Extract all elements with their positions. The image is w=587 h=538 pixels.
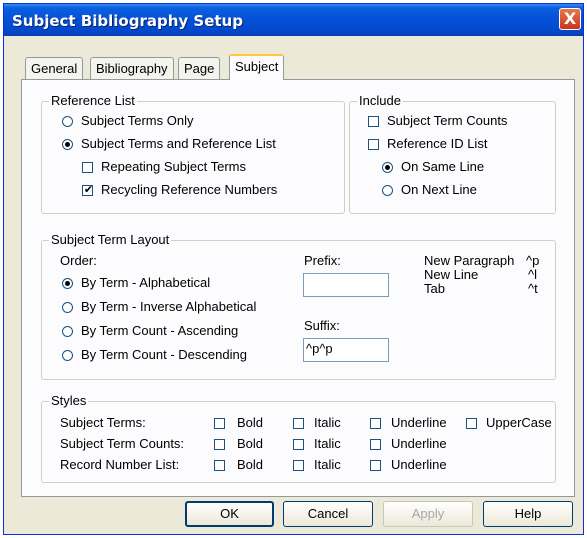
checkbox[interactable] bbox=[370, 418, 381, 429]
apply-button[interactable]: Apply bbox=[383, 501, 473, 527]
tab-subject[interactable]: Subject bbox=[229, 54, 285, 80]
checkbox[interactable] bbox=[293, 418, 304, 429]
checkbox-label: Italic bbox=[314, 457, 341, 472]
radio-button[interactable] bbox=[62, 139, 73, 150]
checkbox[interactable] bbox=[293, 439, 304, 450]
checkbox-label: Bold bbox=[237, 457, 264, 472]
code-name-tab: Tab bbox=[424, 281, 445, 296]
include-legend: Include bbox=[357, 93, 403, 109]
radio-selected-dot bbox=[385, 165, 390, 170]
radio-selected-dot bbox=[65, 281, 70, 286]
styles-row-label: Record Number List: bbox=[60, 457, 180, 472]
checkbox[interactable] bbox=[293, 460, 304, 471]
tab-page[interactable]: Page bbox=[178, 57, 221, 79]
styles-row-label: Subject Term Counts: bbox=[60, 436, 185, 451]
title-bar[interactable]: Subject Bibliography Setup X bbox=[4, 4, 583, 36]
subject-term-layout-group: Subject Term Layout Order: By Term - Alp… bbox=[41, 232, 556, 380]
checkmark-icon: ✔ bbox=[83, 183, 94, 196]
radio-button[interactable] bbox=[382, 185, 393, 196]
radio-button[interactable] bbox=[62, 326, 73, 337]
checkbox[interactable]: ✔ bbox=[82, 183, 94, 196]
include-group: Include Subject Term Counts Reference ID… bbox=[349, 93, 556, 214]
checkbox-label: Recycling Reference Numbers bbox=[101, 182, 278, 197]
cancel-button[interactable]: Cancel bbox=[283, 501, 373, 527]
styles-legend: Styles bbox=[49, 393, 89, 409]
prefix-label: Prefix: bbox=[304, 253, 341, 268]
checkbox[interactable] bbox=[368, 139, 379, 150]
tab-bibliography[interactable]: Bibliography bbox=[90, 57, 174, 79]
close-icon: X bbox=[563, 9, 577, 28]
radio-label: Subject Terms Only bbox=[81, 113, 194, 128]
dialog-client: General Bibliography Page Subject Refere… bbox=[4, 36, 583, 534]
code-tab: ^t bbox=[528, 281, 538, 296]
checkbox[interactable] bbox=[368, 116, 379, 127]
prefix-input[interactable] bbox=[303, 273, 389, 297]
radio-button[interactable] bbox=[62, 302, 73, 313]
checkbox-label: Repeating Subject Terms bbox=[101, 159, 247, 174]
radio-button[interactable] bbox=[62, 278, 73, 289]
styles-group: Styles Subject Terms: Bold Italic Underl… bbox=[41, 393, 556, 483]
radio-label: By Term - Alphabetical bbox=[81, 275, 211, 290]
suffix-label: Suffix: bbox=[304, 318, 340, 333]
help-button[interactable]: Help bbox=[483, 501, 573, 527]
styles-row-label: Subject Terms: bbox=[60, 415, 146, 430]
suffix-input[interactable]: ^p^p bbox=[303, 338, 389, 362]
checkbox[interactable] bbox=[466, 418, 477, 429]
checkbox-label: Bold bbox=[237, 415, 264, 430]
dialog-window: Subject Bibliography Setup X General Bib… bbox=[3, 3, 584, 535]
window-title: Subject Bibliography Setup bbox=[12, 12, 243, 30]
checkbox-label: Subject Term Counts bbox=[387, 113, 508, 128]
checkbox[interactable] bbox=[82, 162, 93, 173]
checkbox[interactable] bbox=[214, 460, 225, 471]
radio-button[interactable] bbox=[382, 162, 393, 173]
checkbox[interactable] bbox=[370, 460, 381, 471]
subject-tab-panel: Reference List Subject Terms Only Subjec… bbox=[21, 79, 575, 497]
radio-label: On Next Line bbox=[401, 182, 477, 197]
checkbox-label: UpperCase bbox=[486, 415, 552, 430]
reference-list-group: Reference List Subject Terms Only Subjec… bbox=[41, 93, 345, 214]
subject-term-layout-legend: Subject Term Layout bbox=[49, 232, 172, 248]
checkbox-label: Bold bbox=[237, 436, 264, 451]
radio-label: By Term Count - Ascending bbox=[81, 323, 239, 338]
close-button[interactable]: X bbox=[559, 8, 581, 30]
ok-button[interactable]: OK bbox=[185, 501, 274, 527]
checkbox-label: Underline bbox=[391, 415, 447, 430]
checkbox[interactable] bbox=[370, 439, 381, 450]
reference-list-legend: Reference List bbox=[49, 93, 137, 109]
radio-label: By Term - Inverse Alphabetical bbox=[81, 299, 257, 314]
checkbox-label: Reference ID List bbox=[387, 136, 488, 151]
checkbox-label: Italic bbox=[314, 415, 341, 430]
radio-label: By Term Count - Descending bbox=[81, 347, 247, 362]
radio-selected-dot bbox=[65, 142, 70, 147]
radio-button[interactable] bbox=[62, 116, 73, 127]
checkbox[interactable] bbox=[214, 439, 225, 450]
checkbox-label: Italic bbox=[314, 436, 341, 451]
radio-label: Subject Terms and Reference List bbox=[81, 136, 276, 151]
checkbox-label: Underline bbox=[391, 436, 447, 451]
radio-button[interactable] bbox=[62, 350, 73, 361]
tab-general[interactable]: General bbox=[25, 57, 84, 79]
checkbox[interactable] bbox=[214, 418, 225, 429]
order-label: Order: bbox=[60, 253, 97, 268]
checkbox-label: Underline bbox=[391, 457, 447, 472]
radio-label: On Same Line bbox=[401, 159, 485, 174]
